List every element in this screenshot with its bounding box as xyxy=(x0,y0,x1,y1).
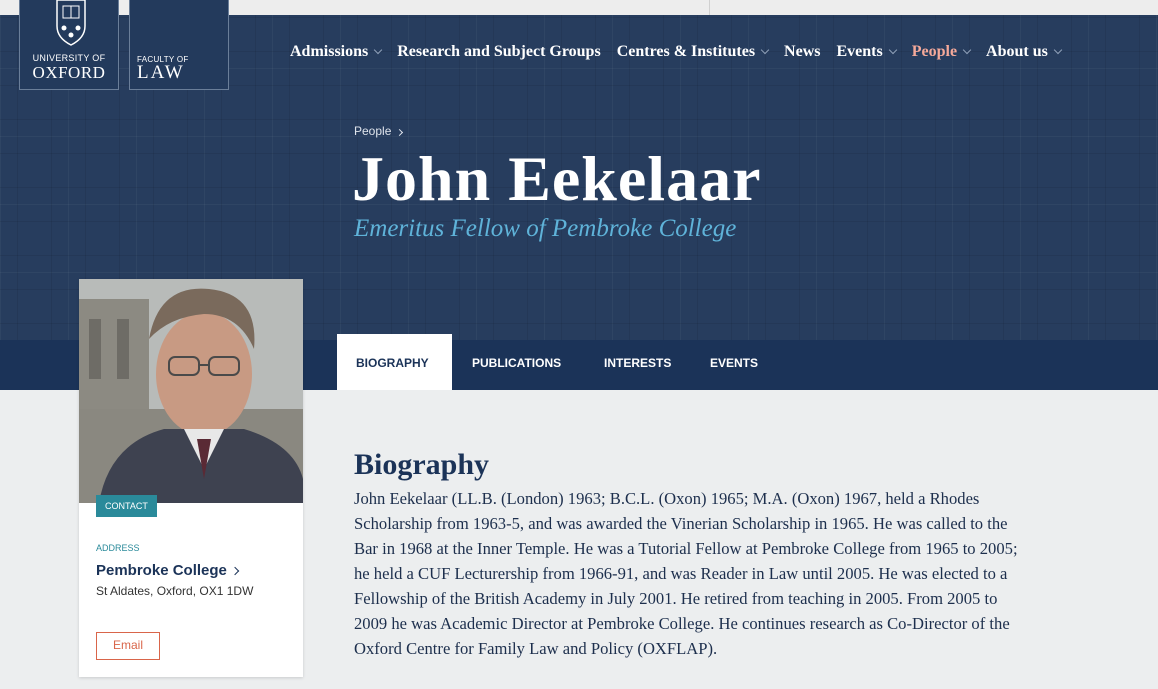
university-of-oxford-logo[interactable]: UNIVERSITY OF OXFORD xyxy=(19,0,119,90)
nav-events[interactable]: Events xyxy=(836,43,897,61)
nav-centres-label: Centres & Institutes xyxy=(616,43,756,60)
nav-news-label: News xyxy=(784,43,821,60)
nav-research-label: Research and Subject Groups xyxy=(397,43,601,60)
email-button[interactable]: Email xyxy=(96,632,160,660)
tab-publications[interactable]: PUBLICATIONS xyxy=(472,340,561,390)
chevron-down-icon xyxy=(888,45,897,55)
biography-text: John Eekelaar (LL.B. (London) 1963; B.C.… xyxy=(354,489,1018,658)
nav-events-label: Events xyxy=(836,43,883,60)
chevron-right-icon xyxy=(230,566,240,575)
portrait-image xyxy=(79,279,303,503)
nav-news[interactable]: News xyxy=(784,43,820,61)
profile-photo xyxy=(79,279,303,503)
chevron-down-icon xyxy=(962,45,972,55)
college-name: Pembroke College xyxy=(96,562,227,579)
chevron-right-icon xyxy=(396,128,404,136)
law-logo-line2: LAW xyxy=(137,62,185,83)
contact-card: CONTACT ADDRESS Pembroke College St Alda… xyxy=(79,279,303,677)
chevron-down-icon xyxy=(1053,45,1063,55)
biography-heading: Biography xyxy=(354,448,490,481)
oxford-logo-line2: OXFORD xyxy=(32,63,106,82)
nav-about-label: About us xyxy=(986,43,1048,60)
breadcrumb: People xyxy=(354,124,404,138)
top-strip-divider xyxy=(709,0,710,15)
nav-admissions[interactable]: Admissions xyxy=(290,43,383,61)
tab-biography[interactable]: BIOGRAPHY xyxy=(337,334,452,390)
nav-research-subject-groups[interactable]: Research and Subject Groups xyxy=(397,43,600,61)
contact-badge: CONTACT xyxy=(96,495,157,517)
nav-people-label: People xyxy=(911,43,958,60)
breadcrumb-people-link[interactable]: People xyxy=(354,124,391,138)
nav-about-us[interactable]: About us xyxy=(986,43,1063,61)
nav-people[interactable]: People xyxy=(911,43,972,61)
address-label: ADDRESS xyxy=(96,543,140,553)
oxford-crest-icon xyxy=(56,0,86,46)
faculty-of-law-logo[interactable]: FACULTY OF LAW xyxy=(129,0,229,90)
nav-admissions-label: Admissions xyxy=(290,43,369,60)
street-address: St Aldates, Oxford, OX1 1DW xyxy=(96,584,254,598)
tab-events[interactable]: EVENTS xyxy=(710,340,758,390)
page-title: John Eekelaar xyxy=(352,143,762,214)
oxford-logo-line1: UNIVERSITY OF xyxy=(32,53,106,63)
page-subtitle: Emeritus Fellow of Pembroke College xyxy=(354,215,737,242)
nav-centres-institutes[interactable]: Centres & Institutes xyxy=(616,43,770,61)
tab-interests[interactable]: INTERESTS xyxy=(604,340,671,390)
chevron-down-icon xyxy=(760,45,770,55)
college-link[interactable]: Pembroke College xyxy=(96,562,240,579)
chevron-down-icon xyxy=(374,45,383,55)
main-nav: Admissions Research and Subject Groups C… xyxy=(290,43,1063,61)
